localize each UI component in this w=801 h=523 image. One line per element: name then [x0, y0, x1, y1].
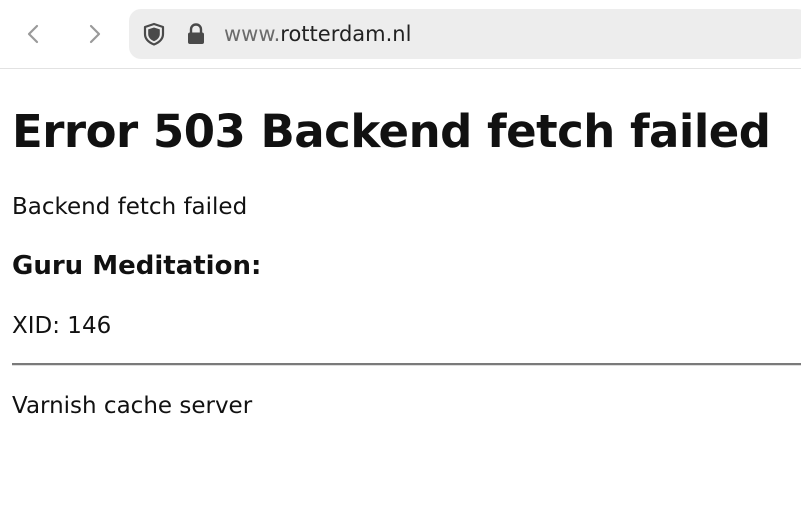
- tracking-protection-button[interactable]: [142, 22, 166, 46]
- divider: [12, 363, 801, 366]
- url-prefix: www.: [224, 22, 281, 46]
- browser-toolbar: www.rotterdam.nl: [0, 0, 801, 69]
- back-button[interactable]: [14, 14, 54, 54]
- chevron-left-icon: [27, 24, 39, 44]
- xid-text: XID: 146: [12, 313, 112, 339]
- server-footer: Varnish cache server: [12, 393, 253, 419]
- address-bar[interactable]: www.rotterdam.nl: [129, 9, 801, 59]
- forward-button[interactable]: [74, 14, 114, 54]
- url-host: rotterdam.nl: [280, 22, 412, 46]
- shield-icon: [143, 22, 165, 46]
- guru-meditation-heading: Guru Meditation:: [12, 251, 262, 281]
- error-title: Error 503 Backend fetch failed: [12, 105, 771, 158]
- url-text[interactable]: www.rotterdam.nl: [224, 21, 411, 47]
- error-message: Backend fetch failed: [12, 194, 248, 220]
- chevron-right-icon: [89, 24, 101, 44]
- site-security-button[interactable]: [184, 22, 208, 46]
- lock-icon: [188, 23, 204, 44]
